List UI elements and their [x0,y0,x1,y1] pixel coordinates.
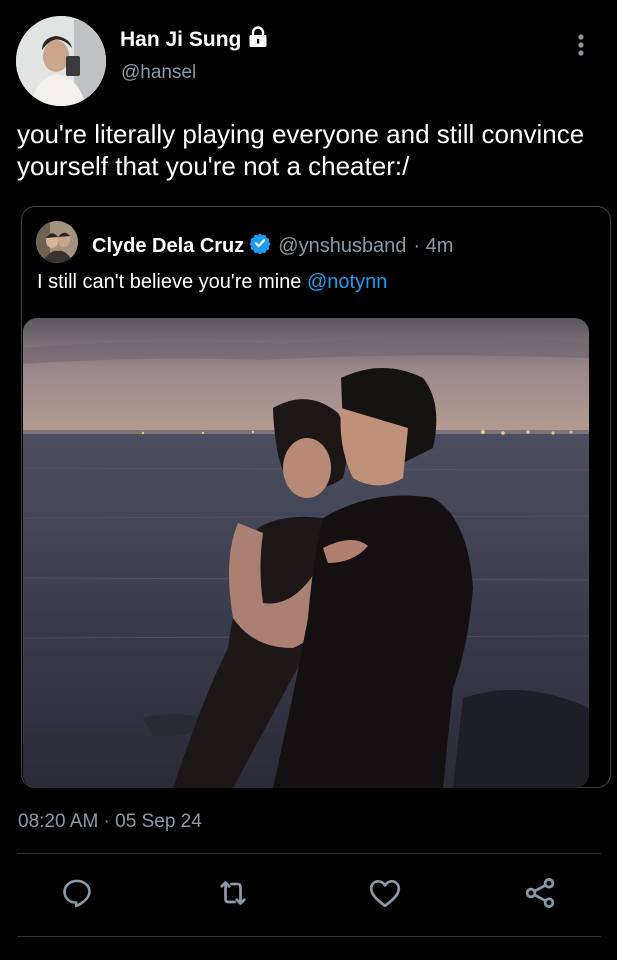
like-button[interactable] [365,873,405,913]
quote-author-handle[interactable]: @ynshusband [278,235,406,258]
lock-icon [247,26,269,53]
author-name[interactable]: Han Ji Sung [120,28,241,52]
retweet-button[interactable] [213,873,253,913]
reply-button[interactable] [57,873,97,913]
tweet-timestamp: 08:20 AM · 05 Sep 24 [18,811,202,832]
author-handle[interactable]: @hansel [121,62,196,84]
divider-top [17,853,601,854]
quote-time: · 4m [413,234,454,257]
more-options-button[interactable] [572,32,590,60]
couple-at-sea-photo [23,318,589,788]
quote-author-avatar[interactable] [36,221,78,263]
quote-avatar-image [36,221,78,263]
quote-header: Clyde Dela Cruz @ynshusband · 4m [92,232,453,260]
quote-photo[interactable] [23,318,589,788]
share-button[interactable] [520,873,560,913]
quote-text-line: I still can't believe you're mine @notyn… [37,271,387,294]
quote-author-name[interactable]: Clyde Dela Cruz [92,235,244,258]
quote-mention-link[interactable]: @notynn [307,271,387,293]
tweet-text: you're literally playing everyone and st… [17,119,585,181]
author-avatar[interactable] [16,16,106,106]
like-icon [369,879,401,908]
reply-icon [63,879,91,908]
author-avatar-image [16,16,106,106]
quote-text: I still can't believe you're mine [37,271,302,293]
verified-badge-icon [249,232,271,260]
more-vertical-icon [578,34,584,56]
quoted-tweet[interactable]: Clyde Dela Cruz @ynshusband · 4m I still… [21,206,611,788]
retweet-icon [220,881,246,905]
share-icon [525,878,555,908]
author-name-row: Han Ji Sung [120,26,269,53]
divider-bottom [17,936,601,937]
